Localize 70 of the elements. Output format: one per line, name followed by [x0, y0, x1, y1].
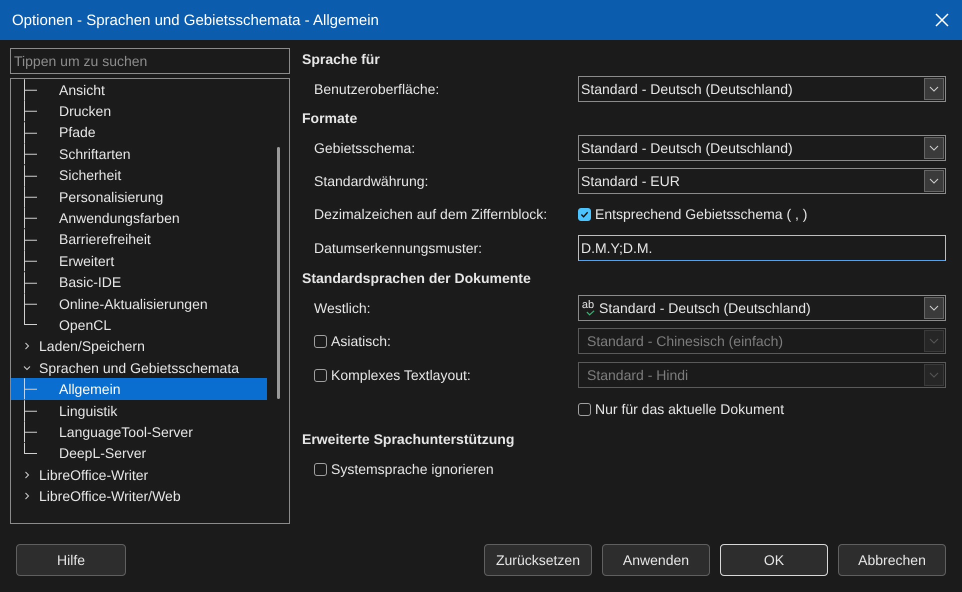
tree-item[interactable]: Barrierefreiheit — [11, 228, 267, 250]
tree-item[interactable]: LibreOffice-Writer — [11, 464, 267, 486]
chevron-down-icon — [929, 372, 939, 378]
chevron-down-icon — [929, 178, 939, 184]
tree-item[interactable]: Sprachen und Gebietsschemata — [11, 357, 267, 378]
field-label: Westlich: — [314, 300, 372, 316]
tree-branch-line — [24, 207, 37, 229]
section-heading: Standardsprachen der Dokumente — [302, 269, 532, 288]
tree-item[interactable]: Drucken — [11, 100, 267, 122]
tree-item[interactable]: Basic-IDE — [11, 272, 267, 293]
dropdown: Standard - Chinesisch (einfach) — [578, 328, 946, 354]
field-label: Datumserkennungsmuster: — [314, 240, 484, 256]
search-field[interactable]: Tippen um zu suchen — [10, 48, 290, 74]
tree-item[interactable]: Online-Aktualisierungen — [11, 292, 267, 314]
dropdown[interactable]: Standard - EUR — [578, 168, 946, 194]
section-heading: Erweiterte Sprachunterstützung — [302, 430, 516, 449]
section-heading: Sprache für — [302, 50, 381, 69]
tree-branch-line — [24, 400, 37, 422]
tree-item[interactable]: Ansicht — [11, 79, 267, 100]
dialog-button[interactable]: Zurücksetzen — [484, 544, 592, 576]
tree-item[interactable]: Personalisierung — [11, 186, 267, 208]
chevron-down-icon — [929, 338, 939, 344]
tree-item[interactable]: Erweitert — [11, 250, 267, 272]
chevron-down-icon — [929, 144, 939, 150]
tree-branch-line — [24, 228, 37, 250]
tree-item[interactable]: Allgemein — [11, 378, 267, 400]
checkbox-label[interactable]: Systemsprache ignorieren — [331, 461, 494, 477]
tree-branch-line — [24, 250, 37, 272]
checkbox[interactable] — [578, 208, 591, 220]
chevron-down-icon — [929, 86, 939, 92]
tree-item[interactable]: LanguageTool-Server — [11, 421, 267, 443]
checkbox-label[interactable]: Entsprechend Gebietsschema ( , ) — [595, 206, 808, 222]
dropdown[interactable]: Standard - Deutsch (Deutschland) — [578, 76, 946, 102]
tree-branch-line — [24, 186, 37, 208]
tree-branch-line — [24, 122, 37, 144]
tree-item[interactable]: OpenCL — [11, 314, 267, 336]
field-label: Benutzeroberfläche: — [314, 80, 440, 96]
field-label: Gebietsschema: — [314, 140, 416, 156]
dropdown[interactable]: Standard - Deutsch (Deutschland) — [578, 134, 946, 160]
tree-item[interactable]: Pfade — [11, 122, 267, 144]
tree-item[interactable]: Anwendungsfarben — [11, 207, 267, 229]
scrollbar-thumb[interactable] — [277, 147, 280, 399]
tree-branch-line — [24, 143, 37, 165]
tree-item[interactable]: Sicherheit — [11, 164, 267, 186]
tree-branch-line — [24, 378, 37, 400]
section-heading: Formate — [302, 109, 358, 128]
tree-item[interactable]: Laden/Speichern — [11, 336, 267, 358]
close-icon[interactable] — [934, 12, 950, 28]
tree-branch-line — [24, 272, 37, 293]
dialog-button[interactable]: OK — [720, 544, 828, 576]
dialog-button[interactable]: Hilfe — [16, 544, 126, 576]
dialog-button[interactable]: Abbrechen — [838, 544, 946, 576]
field-label: Standardwährung: — [314, 172, 430, 188]
checkbox[interactable] — [314, 462, 327, 476]
tree-branch-line — [24, 79, 37, 100]
checkbox[interactable] — [578, 402, 591, 416]
window-title: Optionen - Sprachen und Gebietsschemata - Allgemein — [12, 12, 379, 28]
field-label: Dezimalzeichen auf dem Ziffernblock: — [314, 206, 548, 222]
dropdown[interactable]: ab Standard - Deutsch (Deutschland) — [578, 294, 946, 320]
tree-item[interactable]: DeepL-Server — [11, 442, 267, 464]
tree-item[interactable]: LibreOffice-Writer/Web — [11, 485, 267, 507]
dialog-button[interactable]: Anwenden — [602, 544, 710, 576]
text-field[interactable]: D.M.Y;D.M. — [578, 235, 946, 261]
tree-item[interactable]: Schriftarten — [11, 143, 267, 165]
dropdown: Standard - Hindi — [578, 362, 946, 388]
tree-item[interactable]: Linguistik — [11, 400, 267, 422]
checkbox-label[interactable]: Nur für das aktuelle Dokument — [595, 401, 784, 417]
tree-branch-line — [24, 164, 37, 186]
tree-branch-line — [24, 100, 37, 122]
chevron-down-icon — [929, 304, 939, 310]
